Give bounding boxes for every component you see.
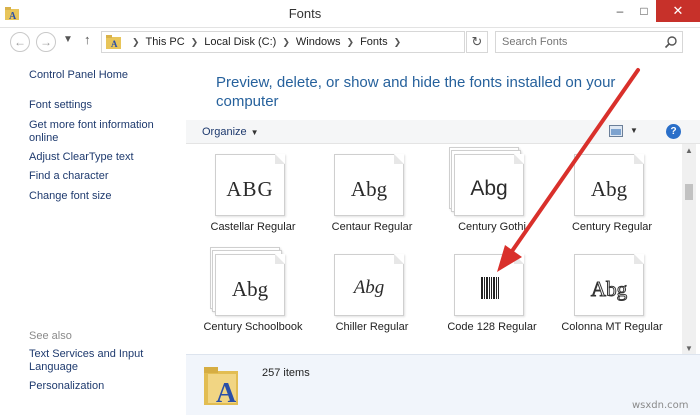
breadcrumb-local-disk[interactable]: Local Disk (C:) xyxy=(204,36,276,48)
command-bar: Organize ▼ ▼ ? xyxy=(186,120,700,144)
forward-button[interactable]: → xyxy=(36,32,56,52)
chevron-right-icon: ❯ xyxy=(132,37,140,47)
font-name: Colonna MT Regular xyxy=(561,321,663,333)
font-page: ABG xyxy=(215,154,285,216)
refresh-icon: ↻ xyxy=(471,34,483,49)
search-icon[interactable] xyxy=(664,35,678,49)
page-title: Preview, delete, or show and hide the fo… xyxy=(216,74,616,110)
font-sample: Abg xyxy=(590,177,628,201)
change-view-icon[interactable] xyxy=(609,125,623,137)
details-pane: A 257 items xyxy=(186,354,700,415)
font-page: Abg xyxy=(454,154,524,216)
change-font-size-link[interactable]: Change font size xyxy=(29,190,179,203)
font-settings-link[interactable]: Font settings xyxy=(29,99,179,112)
chevron-down-icon: ▼ xyxy=(63,34,73,45)
font-page: Abg xyxy=(215,254,285,316)
personalization-link[interactable]: Personalization xyxy=(29,380,179,393)
font-name: Chiller Regular xyxy=(335,321,409,333)
more-font-information-link[interactable]: Get more font information online xyxy=(29,119,179,145)
breadcrumb-this-pc[interactable]: This PC xyxy=(146,36,185,48)
refresh-button[interactable]: ↻ xyxy=(466,31,488,53)
see-also-heading: See also xyxy=(29,330,72,342)
chevron-down-icon: ▼ xyxy=(685,344,693,353)
font-tile-colonna[interactable]: Abg Colonna MT Regular xyxy=(557,244,667,346)
font-tile-code128[interactable]: Code 128 Regular xyxy=(437,244,547,346)
chevron-up-icon: ▲ xyxy=(685,146,693,155)
font-sample: Abg xyxy=(350,177,388,201)
title-bar: A Fonts – □ ✕ xyxy=(0,0,700,28)
chevron-down-icon: ▼ xyxy=(630,126,638,135)
font-sample: Abg xyxy=(590,277,628,302)
breadcrumb-windows[interactable]: Windows xyxy=(296,36,341,48)
item-count: 257 items xyxy=(262,367,310,379)
chevron-right-icon: ❯ xyxy=(393,37,402,47)
content-area: Preview, delete, or show and hide the fo… xyxy=(186,56,700,415)
font-page: Abg xyxy=(334,154,404,216)
font-page xyxy=(454,254,524,316)
font-tile-century[interactable]: Abg Century Regular xyxy=(557,144,667,246)
folder-icon: A xyxy=(106,35,121,49)
recent-locations-button[interactable]: ▼ xyxy=(63,34,73,45)
font-tile-century-schoolbook[interactable]: Abg Century Schoolbook xyxy=(198,244,308,346)
breadcrumb-fonts[interactable]: Fonts xyxy=(360,36,388,48)
font-page: Abg xyxy=(574,154,644,216)
font-name: Century Regular xyxy=(571,221,653,233)
font-name: Castellar Regular xyxy=(210,221,296,233)
font-grid: ABG Castellar Regular Abg Centaur Regula… xyxy=(186,144,682,354)
text-services-link[interactable]: Text Services and Input Language xyxy=(29,348,179,374)
font-sample: Abg xyxy=(353,277,385,298)
font-name: Century Schoolbook xyxy=(203,321,303,333)
scroll-thumb[interactable] xyxy=(685,184,693,200)
adjust-cleartype-link[interactable]: Adjust ClearType text xyxy=(29,151,179,164)
back-button[interactable]: ← xyxy=(10,32,30,52)
fonts-folder-icon: A xyxy=(204,367,238,407)
chevron-right-icon: ❯ xyxy=(346,37,355,47)
organize-label: Organize xyxy=(202,126,247,138)
font-name: Century Gothi xyxy=(458,221,526,233)
help-icon[interactable]: ? xyxy=(666,124,681,139)
control-panel-home-link[interactable]: Control Panel Home xyxy=(29,69,179,82)
font-name: Centaur Regular xyxy=(331,221,413,233)
font-name: Code 128 Regular xyxy=(447,321,537,333)
font-page: Abg xyxy=(574,254,644,316)
arrow-up-icon: ↑ xyxy=(84,32,91,47)
maximize-button[interactable]: □ xyxy=(632,0,656,22)
svg-text:A: A xyxy=(216,378,237,407)
font-sample: ABG xyxy=(226,177,274,201)
svg-text:A: A xyxy=(111,39,118,49)
chevron-down-icon: ▼ xyxy=(250,128,259,137)
search-input[interactable] xyxy=(502,35,652,49)
vertical-scrollbar[interactable]: ▲ ▼ xyxy=(682,144,696,356)
address-bar: ← → ▼ ↑ A ❯ This PC ❯ Local Disk (C:) ❯ Windo… xyxy=(0,28,700,56)
close-button[interactable]: ✕ xyxy=(656,0,700,22)
view-options-button[interactable]: ▼ xyxy=(630,126,638,135)
watermark: wsxdn.com xyxy=(632,400,689,411)
chevron-right-icon: ❯ xyxy=(190,37,199,47)
arrow-left-icon: ← xyxy=(14,35,26,49)
navigation-pane: Control Panel Home Font settings Get mor… xyxy=(0,56,186,415)
organize-button[interactable]: Organize ▼ xyxy=(202,126,259,138)
up-button[interactable]: ↑ xyxy=(84,32,91,47)
font-tile-century-gothic[interactable]: Abg Century Gothi xyxy=(437,144,547,246)
font-page: Abg xyxy=(334,254,404,316)
arrow-right-icon: → xyxy=(40,35,52,49)
font-sample: Abg xyxy=(470,177,508,200)
address-path[interactable]: A ❯ This PC ❯ Local Disk (C:) ❯ Windows ❯ Fonts… xyxy=(101,31,559,53)
scroll-up-button[interactable]: ▲ xyxy=(682,144,696,158)
font-sample: Abg xyxy=(231,277,269,301)
chevron-right-icon: ❯ xyxy=(282,37,290,47)
search-box[interactable] xyxy=(495,31,683,53)
barcode-icon xyxy=(481,277,499,299)
font-tile-castellar[interactable]: ABG Castellar Regular xyxy=(198,144,308,246)
font-tile-chiller[interactable]: Abg Chiller Regular xyxy=(317,244,427,346)
font-tile-centaur[interactable]: Abg Centaur Regular xyxy=(317,144,427,246)
window-title: Fonts xyxy=(288,6,322,21)
find-character-link[interactable]: Find a character xyxy=(29,170,179,183)
minimize-button[interactable]: – xyxy=(608,0,632,22)
breadcrumb: ❯ This PC ❯ Local Disk (C:) ❯ Windows ❯ Fonts ❯ xyxy=(126,36,407,48)
